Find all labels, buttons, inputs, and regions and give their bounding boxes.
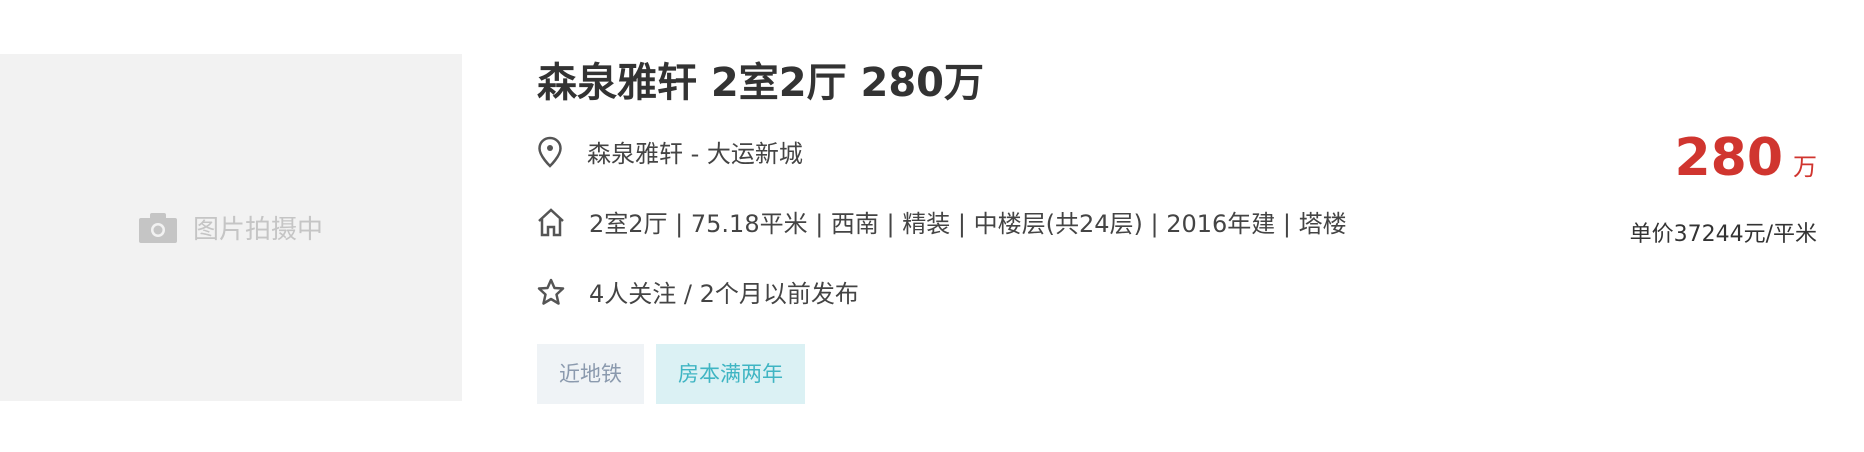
follow-info-text: 4人关注 / 2个月以前发布 xyxy=(589,280,859,308)
follow-info-row: 4人关注 / 2个月以前发布 xyxy=(537,274,859,309)
image-placeholder-text: 图片拍摄中 xyxy=(192,215,323,245)
tag-near-subway: 近地铁 xyxy=(537,344,644,404)
location-text[interactable]: 森泉雅轩 - 大运新城 xyxy=(587,134,803,169)
listing-title[interactable]: 森泉雅轩 2室2厅 280万 xyxy=(537,50,984,108)
tag-deed-two-years: 房本满两年 xyxy=(656,344,805,404)
listing-image-placeholder[interactable]: 图片拍摄中 xyxy=(0,54,462,401)
location-row: 森泉雅轩 - 大运新城 xyxy=(537,134,803,169)
camera-icon xyxy=(138,212,177,243)
house-info-text: 2室2厅 | 75.18平米 | 西南 | 精装 | 中楼层(共24层) | 2… xyxy=(589,210,1347,238)
star-icon xyxy=(537,278,565,305)
house-info-row: 2室2厅 | 75.18平米 | 西南 | 精装 | 中楼层(共24层) | 2… xyxy=(537,204,1347,239)
total-price-value: 280 xyxy=(1674,128,1783,188)
total-price: 280 万 xyxy=(1674,128,1817,188)
location-pin-icon xyxy=(538,136,562,168)
total-price-unit: 万 xyxy=(1793,153,1817,181)
unit-price: 单价37244元/平米 xyxy=(1629,222,1817,247)
tag-list: 近地铁 房本满两年 xyxy=(537,344,805,404)
house-icon xyxy=(538,207,564,236)
